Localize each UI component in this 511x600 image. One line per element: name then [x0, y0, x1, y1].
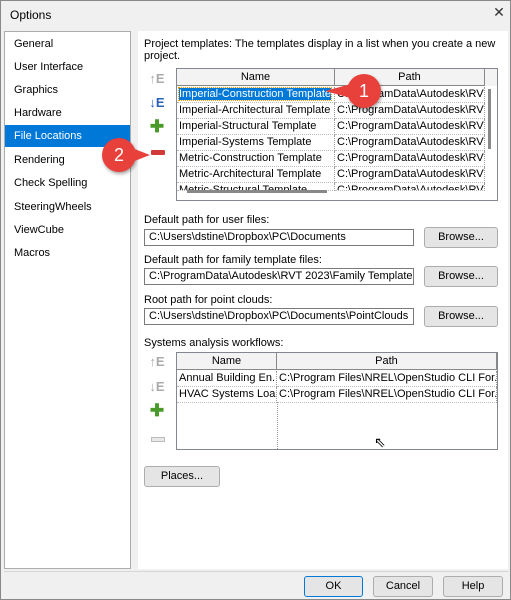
places-button[interactable]: Places... — [144, 466, 220, 487]
cell-text: C:\ProgramData\Autodesk\RVT... — [337, 136, 485, 148]
sidebar: General User Interface Graphics Hardware… — [4, 31, 131, 569]
cell-text: C:\ProgramData\Autodesk\RVT... — [337, 120, 485, 132]
user-files-label: Default path for user files: — [144, 214, 270, 226]
cell-text: Imperial-Construction Template — [177, 87, 333, 101]
column-header-path[interactable]: Path — [277, 353, 497, 370]
browse-user-files-button[interactable]: Browse... — [424, 227, 498, 248]
table-cell-path[interactable]: C:\Program Files\NREL\OpenStudio CLI For… — [277, 371, 497, 387]
ok-button[interactable]: OK — [304, 576, 363, 597]
systems-move-up-icon[interactable]: ↑E — [149, 354, 165, 370]
help-button[interactable]: Help — [443, 576, 503, 597]
move-up-icon[interactable]: ↑E — [149, 71, 165, 87]
cell-text: Metric-Construction Template — [179, 152, 322, 164]
table-cell-path[interactable]: C:\ProgramData\Autodesk\RVT... — [335, 119, 485, 135]
mouse-cursor-icon: ⇖ — [374, 434, 386, 450]
point-clouds-path-input[interactable]: C:\Users\dstine\Dropbox\PC\Documents\Poi… — [144, 308, 414, 325]
table-cell-name[interactable]: HVAC Systems Loa... — [177, 387, 277, 403]
add-icon[interactable]: ✚ — [149, 118, 165, 135]
cell-text: Metric-Architectural Template — [179, 168, 322, 180]
cell-text: HVAC Systems Loa... — [179, 388, 277, 400]
table-cell-name[interactable]: Metric-Architectural Template — [177, 167, 335, 183]
table-cell-path[interactable]: C:\ProgramData\Autodesk\RVT... — [335, 167, 485, 183]
close-icon[interactable]: ✕ — [490, 4, 508, 21]
user-files-path-input[interactable]: C:\Users\dstine\Dropbox\PC\Documents — [144, 229, 414, 246]
systems-add-icon[interactable]: ✚ — [149, 402, 165, 419]
remove-icon[interactable] — [151, 150, 165, 155]
cell-text: Annual Building En... — [179, 372, 277, 384]
cell-text: Imperial-Systems Template — [179, 136, 312, 148]
systems-analysis-table: Name Path Annual Building En... C:\Progra… — [176, 352, 498, 450]
cancel-button[interactable]: Cancel — [373, 576, 433, 597]
table-cell-name[interactable]: Metric-Construction Template — [177, 151, 335, 167]
footer-divider — [4, 571, 509, 572]
sidebar-item-steeringwheels[interactable]: SteeringWheels — [5, 196, 130, 218]
sidebar-item-check-spelling[interactable]: Check Spelling — [5, 172, 130, 194]
callout-1: 1 — [347, 74, 381, 108]
cell-text: Imperial-Architectural Template — [179, 104, 331, 116]
family-templates-label: Default path for family template files: — [144, 254, 322, 266]
vertical-scrollbar[interactable] — [488, 89, 491, 149]
browse-family-templates-button[interactable]: Browse... — [424, 266, 498, 287]
table-cell-path[interactable]: C:\ProgramData\Autodesk\RVT... — [335, 151, 485, 167]
cell-text: C:\ProgramData\Autodesk\RVT... — [337, 184, 485, 191]
table-cell-name[interactable]: Imperial-Construction Template — [177, 87, 335, 103]
table-cell-path[interactable]: C:\ProgramData\Autodesk\RVT... — [335, 135, 485, 151]
callout-2: 2 — [102, 138, 136, 172]
horizontal-scrollbar[interactable] — [187, 190, 327, 193]
sidebar-item-graphics[interactable]: Graphics — [5, 79, 130, 101]
systems-analysis-label: Systems analysis workflows: — [144, 337, 284, 349]
cell-text: C:\ProgramData\Autodesk\RVT... — [337, 168, 485, 180]
table-cell-path[interactable]: C:\Program Files\NREL\OpenStudio CLI For… — [277, 387, 497, 403]
sidebar-item-macros[interactable]: Macros — [5, 242, 130, 264]
sidebar-item-user-interface[interactable]: User Interface — [5, 56, 130, 78]
table-cell-name[interactable]: Imperial-Structural Template — [177, 119, 335, 135]
project-templates-label: Project templates: The templates display… — [144, 38, 496, 62]
browse-point-clouds-button[interactable]: Browse... — [424, 306, 498, 327]
move-down-icon[interactable]: ↓E — [149, 95, 165, 111]
sidebar-item-hardware[interactable]: Hardware — [5, 102, 130, 124]
column-header-name[interactable]: Name — [177, 353, 277, 370]
cell-text: Imperial-Structural Template — [179, 120, 317, 132]
table-cell-name[interactable]: Imperial-Systems Template — [177, 135, 335, 151]
point-clouds-label: Root path for point clouds: — [144, 294, 273, 306]
column-header-name[interactable]: Name — [177, 69, 335, 86]
sidebar-item-viewcube[interactable]: ViewCube — [5, 219, 130, 241]
systems-move-down-icon[interactable]: ↓E — [149, 379, 165, 395]
cell-text: C:\Program Files\NREL\OpenStudio CLI For… — [279, 372, 497, 384]
sidebar-item-general[interactable]: General — [5, 33, 130, 55]
cell-text: C:\ProgramData\Autodesk\RVT... — [337, 152, 485, 164]
callout-1-arrow — [325, 84, 351, 98]
window-title: Options — [10, 8, 52, 22]
callout-2-arrow — [132, 148, 150, 162]
table-cell-name[interactable]: Imperial-Architectural Template — [177, 103, 335, 119]
systems-remove-icon[interactable] — [151, 437, 165, 442]
cell-text: C:\Program Files\NREL\OpenStudio CLI For… — [279, 388, 497, 400]
table-cell-path[interactable]: C:\ProgramData\Autodesk\RVT... — [335, 183, 485, 191]
family-templates-path-input[interactable]: C:\ProgramData\Autodesk\RVT 2023\Family … — [144, 268, 414, 285]
table-cell-name[interactable]: Annual Building En... — [177, 371, 277, 387]
